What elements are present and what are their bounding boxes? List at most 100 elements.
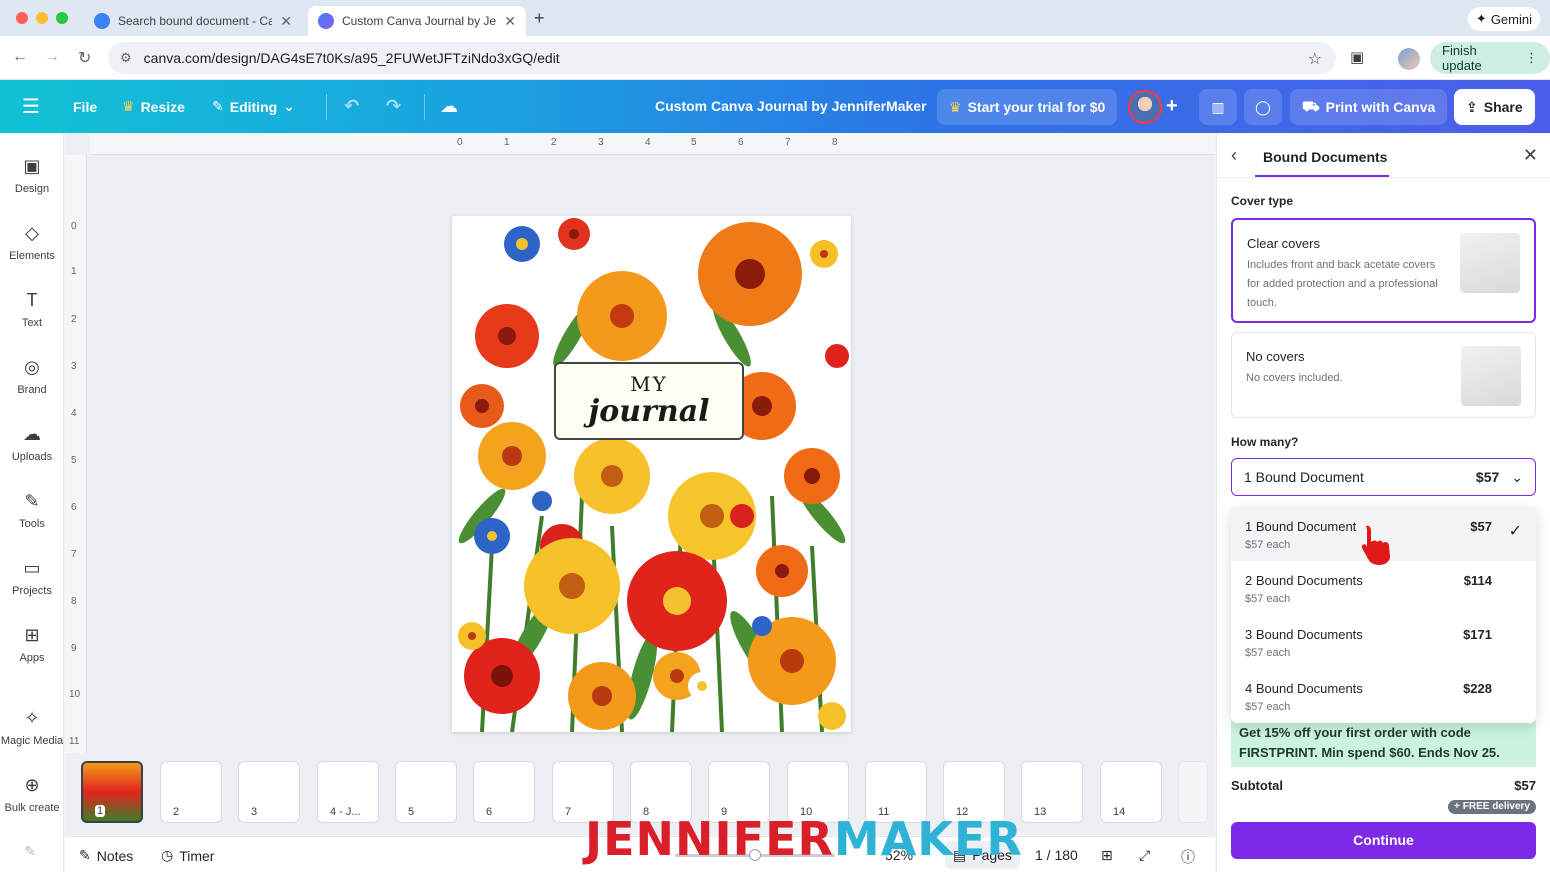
- page-thumbnail[interactable]: 5: [395, 761, 457, 823]
- minimize-window-icon[interactable]: [36, 12, 48, 24]
- help-icon[interactable]: ⓘ: [1181, 847, 1195, 867]
- new-tab-icon[interactable]: +: [534, 8, 545, 29]
- timer-icon: ◷: [161, 847, 174, 863]
- resize-button[interactable]: ♛ Resize: [122, 80, 185, 133]
- timer-button[interactable]: ◷ Timer: [161, 847, 214, 864]
- promo-banner: Get 15% off your first order with code F…: [1231, 719, 1536, 767]
- continue-button[interactable]: Continue: [1231, 822, 1536, 859]
- page-thumbnail[interactable]: 4 - J...: [317, 761, 379, 823]
- site-settings-icon[interactable]: ⚙: [120, 50, 132, 66]
- quantity-option[interactable]: 3 Bound Documents $57 each $171: [1231, 615, 1536, 669]
- cast-icon[interactable]: ▣: [1350, 48, 1364, 66]
- page-thumbnail-label: 1: [95, 805, 106, 817]
- back-chevron-icon[interactable]: ‹: [1231, 145, 1237, 166]
- page-thumbnail[interactable]: 14: [1100, 761, 1162, 823]
- sidebar-item-bulk-create[interactable]: ⊕ Bulk create: [0, 774, 64, 814]
- more-vertical-icon: ⋮: [1525, 50, 1538, 65]
- add-collaborator-icon[interactable]: +: [1166, 80, 1178, 133]
- sidebar-item-tools[interactable]: ✎ Tools: [0, 490, 64, 530]
- editing-mode-button[interactable]: ✎ Editing ⌄: [212, 80, 295, 133]
- sidebar-item-label: Bulk create: [4, 802, 60, 814]
- insights-button[interactable]: ▥: [1199, 89, 1237, 125]
- sidebar-item-projects[interactable]: ▭ Projects: [0, 557, 64, 597]
- sidebar-item-brand[interactable]: ◎ Brand: [0, 356, 64, 396]
- back-icon[interactable]: ←: [12, 48, 28, 66]
- left-sidebar: ▣ Design ◇ Elements T Text ◎ Brand ☁ Upl…: [0, 133, 64, 872]
- redo-icon[interactable]: ↷: [386, 80, 401, 133]
- page-thumbnail-label: 3: [251, 806, 258, 818]
- cloud-saved-icon[interactable]: ☁: [440, 80, 458, 133]
- sidebar-item-magic-media[interactable]: ✧ Magic Media: [0, 707, 64, 747]
- magic-wand-icon[interactable]: ✎: [24, 843, 36, 860]
- maximize-window-icon[interactable]: [56, 12, 68, 24]
- quantity-select[interactable]: 1 Bound Document $57 ⌄: [1231, 458, 1536, 496]
- url-text[interactable]: canva.com/design/DAG4sE7t0Ks/a95_2FUWetJ…: [144, 50, 560, 66]
- sidebar-item-label: Elements: [9, 250, 55, 262]
- quantity-option-label: 3 Bound Documents: [1245, 627, 1363, 642]
- browser-tab-search[interactable]: Search bound document - Ca ✕: [84, 6, 302, 36]
- notes-button[interactable]: ✎ Notes: [79, 847, 133, 864]
- browser-tab-journal[interactable]: Custom Canva Journal by Jer ✕: [308, 6, 526, 36]
- design-page[interactable]: MY journal: [452, 216, 851, 732]
- reload-icon[interactable]: ↻: [78, 48, 91, 68]
- sidebar-item-label: Text: [21, 317, 43, 329]
- page-thumbnail[interactable]: 13: [1021, 761, 1083, 823]
- hamburger-menu-icon[interactable]: ☰: [22, 80, 40, 133]
- sidebar-item-apps[interactable]: ⊞ Apps: [0, 624, 64, 664]
- quantity-option-unit-price: $57 each: [1245, 701, 1291, 713]
- canva-favicon-icon: [318, 13, 334, 29]
- subtotal-label: Subtotal: [1231, 778, 1283, 793]
- page-thumbnail[interactable]: 3: [238, 761, 300, 823]
- close-icon[interactable]: ✕: [1523, 145, 1538, 166]
- quantity-option[interactable]: 2 Bound Documents $57 each $114: [1231, 561, 1536, 615]
- comments-button[interactable]: ◯: [1244, 89, 1282, 125]
- finish-update-button[interactable]: Finish update ⋮: [1430, 42, 1550, 74]
- forward-icon[interactable]: →: [44, 48, 60, 66]
- quantity-option[interactable]: 4 Bound Documents $57 each $228: [1231, 669, 1536, 723]
- file-menu-button[interactable]: File: [73, 80, 97, 133]
- ruler-tick-label: 5: [691, 137, 697, 148]
- sidebar-item-uploads[interactable]: ☁ Uploads: [0, 423, 64, 463]
- quantity-option-label: 4 Bound Documents: [1245, 681, 1363, 696]
- sidebar-item-label: Uploads: [11, 451, 53, 463]
- close-window-icon[interactable]: [16, 12, 28, 24]
- fullscreen-icon[interactable]: ⤢: [1139, 847, 1150, 864]
- tools-icon: ✎: [24, 491, 40, 511]
- panel-title: Bound Documents: [1263, 149, 1388, 165]
- journal-title-label[interactable]: MY journal: [554, 362, 744, 440]
- print-with-canva-button[interactable]: ⛟ Print with Canva: [1290, 89, 1448, 125]
- panel-divider: [1217, 177, 1550, 178]
- page-thumbnail[interactable]: [1178, 761, 1208, 823]
- sidebar-item-design[interactable]: ▣ Design: [0, 155, 64, 195]
- sidebar-item-elements[interactable]: ◇ Elements: [0, 222, 64, 262]
- document-title[interactable]: Custom Canva Journal by JenniferMaker: [655, 98, 927, 114]
- flower-illustration: [452, 216, 851, 732]
- chevron-down-icon: ⌄: [1511, 468, 1523, 485]
- cover-option-clear[interactable]: Clear covers Includes front and back ace…: [1231, 218, 1536, 323]
- page-thumbnail-label: 13: [1034, 806, 1047, 818]
- grid-view-icon[interactable]: ⊞: [1101, 847, 1113, 864]
- pointer-hand-icon: [1361, 525, 1390, 565]
- page-thumbnail-label: 6: [486, 806, 493, 818]
- profile-avatar[interactable]: [1398, 48, 1420, 70]
- page-thumbnail[interactable]: 2: [160, 761, 222, 823]
- user-avatar[interactable]: [1128, 90, 1162, 124]
- bookmark-star-icon[interactable]: ☆: [1308, 49, 1322, 69]
- text-icon: T: [26, 290, 38, 310]
- page-thumbnail[interactable]: 6: [473, 761, 535, 823]
- ruler-tick-label: 5: [71, 455, 77, 466]
- cover-option-none[interactable]: No covers No covers included.: [1231, 332, 1536, 418]
- tab-close-icon[interactable]: ✕: [504, 13, 516, 30]
- omnibox[interactable]: ⚙ canva.com/design/DAG4sE7t0Ks/a95_2FUWe…: [108, 42, 1336, 74]
- sidebar-item-text[interactable]: T Text: [0, 289, 64, 329]
- ruler-vertical: 0 1 2 3 4 5 6 7 8 9 10 11: [65, 155, 87, 755]
- gemini-button[interactable]: ✦ Gemini: [1467, 7, 1540, 31]
- page-thumbnail[interactable]: 1: [81, 761, 143, 823]
- share-button[interactable]: ⇪ Share: [1454, 89, 1535, 125]
- canva-favicon-icon: [94, 13, 110, 29]
- header-divider: [326, 94, 327, 120]
- undo-icon[interactable]: ↶: [344, 80, 359, 133]
- start-trial-button[interactable]: ♛ Start your trial for $0: [937, 89, 1118, 125]
- tab-close-icon[interactable]: ✕: [280, 13, 292, 30]
- upload-share-icon: ⇪: [1466, 98, 1478, 115]
